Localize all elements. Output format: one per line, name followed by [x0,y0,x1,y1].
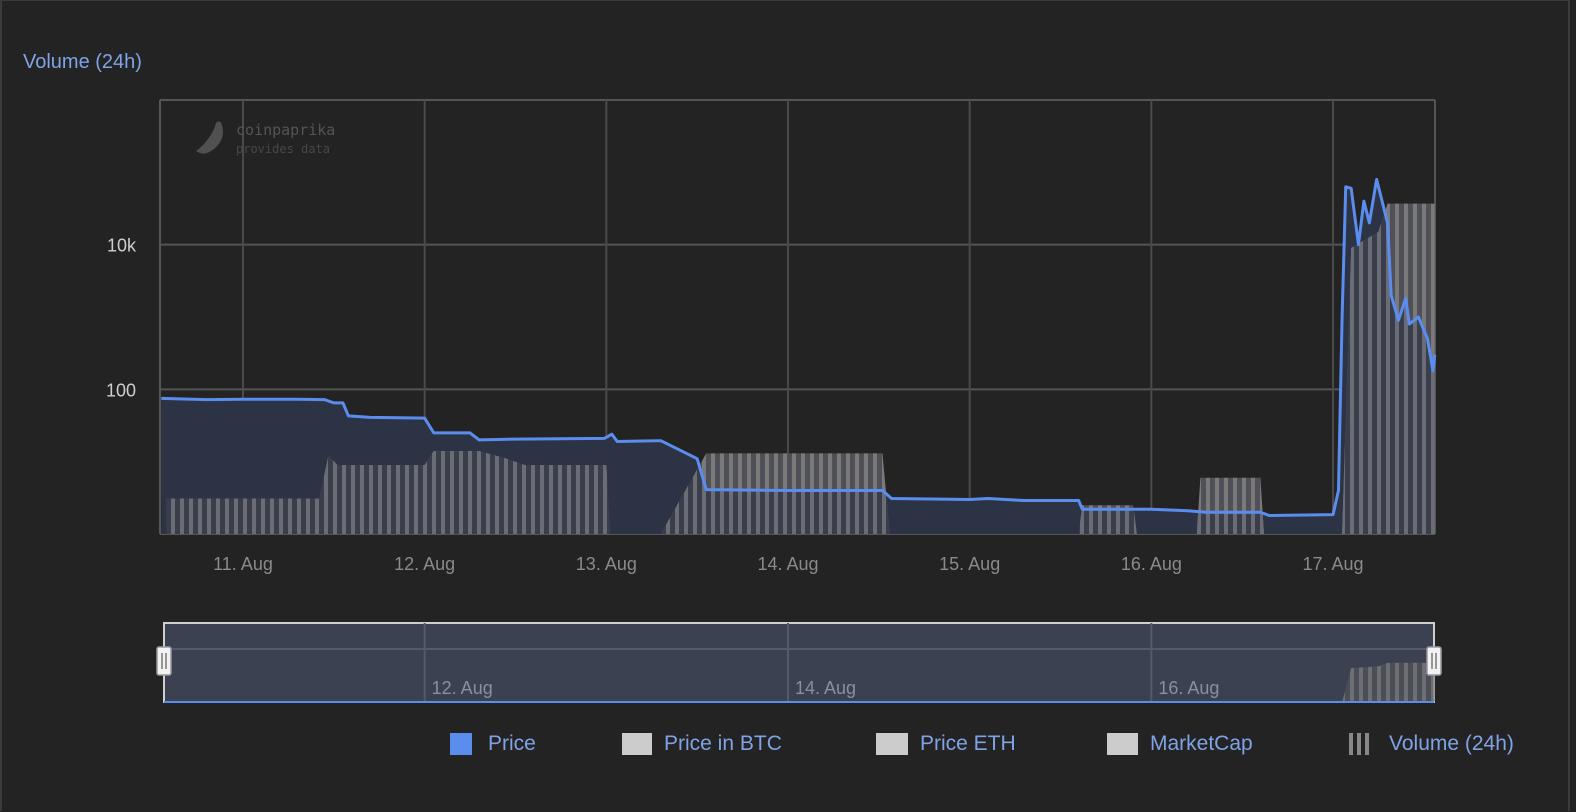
navigator-handle-right[interactable] [1426,646,1442,676]
legend-swatch [1107,733,1138,755]
legend-swatch [450,733,472,755]
navigator-handle-left[interactable] [156,646,172,676]
legend-swatch [622,733,652,755]
legend-item-price-eth[interactable]: Price ETH [876,732,1016,756]
handle-grip-box [156,646,172,676]
x-tick-label: 12. Aug [394,554,455,574]
svg-text:provides data: provides data [236,142,330,156]
svg-text:coinpaprika: coinpaprika [236,121,335,139]
x-tick-label: 17. Aug [1302,554,1363,574]
coinpaprika-watermark: coinpaprika provides data [196,121,335,156]
x-tick-label: 11. Aug [213,554,273,574]
navigator-tick-label: 12. Aug [432,678,493,698]
x-tick-label: 15. Aug [939,554,1000,574]
legend-item-price[interactable]: Price [450,732,536,756]
legend-item-price-btc[interactable]: Price in BTC [622,732,782,756]
handle-grip-box [1426,646,1442,676]
legend-swatch [1349,733,1373,755]
legend-item-marketcap[interactable]: MarketCap [1107,732,1253,756]
navigator-tick-label: 16. Aug [1158,678,1219,698]
y-tick-label: 10k [107,236,137,256]
x-tick-label: 16. Aug [1121,554,1182,574]
legend-swatch [876,733,908,755]
y-tick-label: 100 [106,380,136,400]
x-tick-label: 14. Aug [757,554,818,574]
navigator[interactable]: 12. Aug 14. Aug 16. Aug [156,622,1442,703]
chart-svg: coinpaprika provides data 100 10k 11. Aug 1… [106,99,1442,703]
legend-item-volume[interactable]: Volume (24h) [1349,732,1514,756]
navigator-tick-label: 14. Aug [795,678,856,698]
x-tick-label: 13. Aug [576,554,637,574]
